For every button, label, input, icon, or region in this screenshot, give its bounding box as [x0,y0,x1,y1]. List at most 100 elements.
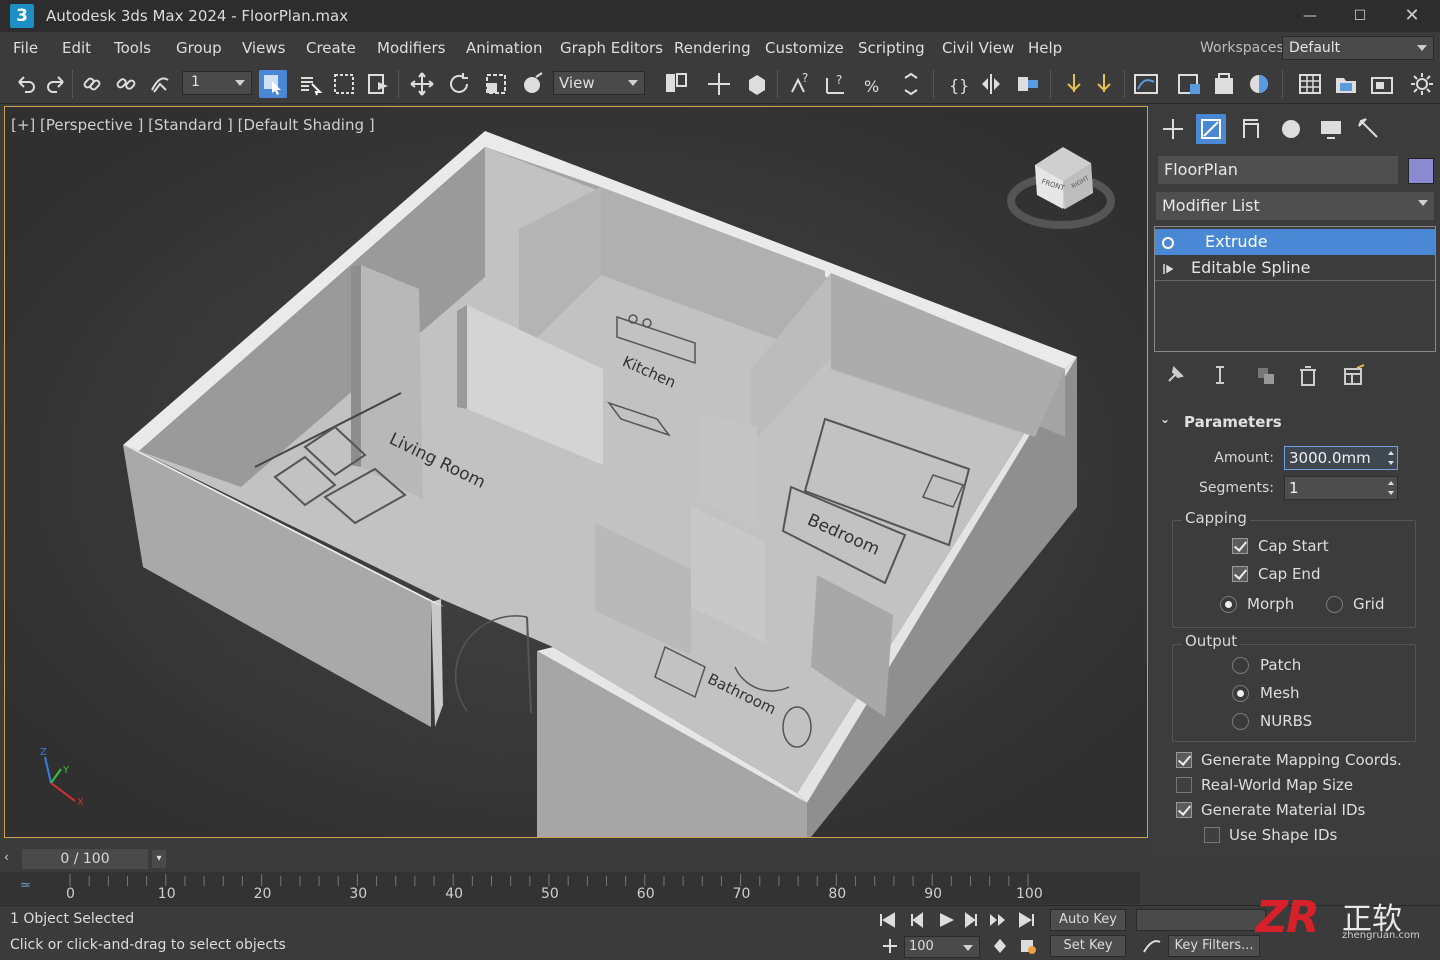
schematic-view-icon[interactable] [1176,70,1204,98]
align-icon[interactable] [1014,70,1042,98]
nurbs-radio[interactable] [1232,713,1249,730]
cap-start-checkbox[interactable] [1232,538,1248,554]
toggle-scene-explorer-icon[interactable] [1060,70,1088,98]
motion-tab-icon[interactable] [1276,114,1306,144]
bind-space-warp-icon[interactable] [146,70,174,98]
settings-gear-icon[interactable] [1408,70,1436,98]
open-mini-curve-editor-icon[interactable]: ≃ [20,878,31,893]
set-key-button[interactable]: Set Key [1050,935,1126,957]
render-production-icon[interactable] [1332,70,1360,98]
select-object-icon[interactable] [259,70,287,98]
amount-spinner[interactable]: 3000.0mm [1284,446,1398,470]
material-editor-icon[interactable] [1210,70,1238,98]
keyboard-shortcut-icon[interactable] [743,70,771,98]
next-frame-icon[interactable] [960,910,984,930]
menu-civil-view[interactable]: Civil View [942,39,1014,57]
parameters-rollout-header[interactable]: ⌄ Parameters [1158,410,1434,436]
menu-file[interactable]: File [13,39,38,57]
menu-animation[interactable]: Animation [466,39,542,57]
pivot-center-icon[interactable] [662,70,690,98]
modifier-list-dropdown[interactable]: Modifier List [1156,192,1434,220]
layer-explorer-icon[interactable] [1090,70,1118,98]
play-icon[interactable] [934,910,958,930]
previous-frame-icon[interactable] [904,910,928,930]
generate-material-ids-checkbox[interactable] [1176,802,1192,818]
perspective-viewport[interactable]: [+] [Perspective ] [Standard ] [Default … [4,106,1148,838]
mirror-icon[interactable] [978,70,1006,98]
selection-set-dropdown[interactable] [1136,909,1266,931]
placement-icon[interactable] [519,70,547,98]
menu-modifiers[interactable]: Modifiers [377,39,445,57]
mesh-radio[interactable] [1232,685,1249,702]
object-name-field[interactable]: FloorPlan [1158,156,1398,184]
object-color-swatch[interactable] [1408,158,1434,184]
hierarchy-tab-icon[interactable] [1236,114,1266,144]
go-to-end-icon[interactable] [1014,910,1038,930]
expand-icon[interactable] [1161,261,1175,275]
auto-key-button[interactable]: Auto Key [1050,909,1126,931]
window-crossing-icon[interactable] [364,70,392,98]
utilities-tab-icon[interactable] [1354,114,1384,144]
display-tab-icon[interactable] [1316,114,1346,144]
render-in-cloud-icon[interactable] [1368,70,1396,98]
patch-radio[interactable] [1232,657,1249,674]
unlink-icon[interactable] [112,70,140,98]
menu-rendering[interactable]: Rendering [674,39,751,57]
stack-item-extrude[interactable]: Extrude [1155,229,1435,255]
workspaces-select[interactable]: Default [1282,36,1434,60]
render-setup-icon[interactable] [1245,70,1273,98]
time-slider[interactable]: 0 / 100 [22,849,148,869]
reference-coordinate-dropdown[interactable]: View [553,71,645,95]
create-tab-icon[interactable] [1158,114,1188,144]
minimize-icon[interactable]: — [1290,4,1330,28]
chevron-down-icon[interactable]: ▾ [152,850,166,868]
app-logo[interactable]: 3 [10,4,34,28]
rotate-icon[interactable] [445,70,473,98]
real-world-map-size-checkbox[interactable] [1176,777,1192,793]
lightbulb-icon[interactable] [1161,235,1175,249]
curve-editor-icon[interactable] [1132,70,1160,98]
selection-filter-dropdown[interactable]: 1 [182,71,252,95]
current-frame-field[interactable]: 100 [904,936,980,958]
link-icon[interactable] [78,70,106,98]
edit-named-selection-icon[interactable]: {} [942,70,970,98]
rendered-frame-window-icon[interactable] [1296,70,1324,98]
cap-end-checkbox[interactable] [1232,566,1248,582]
angle-snap-icon[interactable]: ? [822,70,850,98]
rectangular-selection-icon[interactable] [330,70,358,98]
redo-icon[interactable] [42,70,70,98]
morph-radio[interactable] [1220,596,1237,613]
pin-stack-icon[interactable] [1160,362,1188,390]
menu-tools[interactable]: Tools [114,39,151,57]
menu-graph-editors[interactable]: Graph Editors [560,39,663,57]
remove-modifier-icon[interactable] [1294,362,1322,390]
make-unique-icon[interactable] [1252,362,1280,390]
menu-customize[interactable]: Customize [765,39,844,57]
grid-radio[interactable] [1326,596,1343,613]
select-and-manipulate-icon[interactable] [705,70,733,98]
maximize-icon[interactable]: ☐ [1340,4,1380,28]
show-end-result-icon[interactable] [1206,362,1234,390]
menu-edit[interactable]: Edit [62,39,91,57]
segments-spinner[interactable]: 1 [1284,476,1398,500]
spinner-snap-icon[interactable] [897,70,925,98]
go-to-start-icon[interactable] [876,910,900,930]
menu-scripting[interactable]: Scripting [858,39,925,57]
menu-views[interactable]: Views [242,39,285,57]
undo-icon[interactable] [12,70,40,98]
key-tangents-icon[interactable] [1140,936,1164,956]
use-shape-ids-checkbox[interactable] [1204,827,1220,843]
configure-modifier-sets-icon[interactable] [1340,362,1368,390]
menu-help[interactable]: Help [1028,39,1062,57]
snaps-toggle-icon[interactable]: ? [786,70,814,98]
generate-mapping-coords-checkbox[interactable] [1176,752,1192,768]
spinner-arrows-icon[interactable] [1387,449,1395,467]
frame-navigation-icon[interactable] [878,936,902,956]
stack-item-editable-spline[interactable]: Editable Spline [1155,255,1435,281]
viewport-label[interactable]: [+] [Perspective ] [Standard ] [Default … [11,116,375,134]
time-config-icon[interactable] [1016,936,1040,956]
percent-snap-icon[interactable]: % [860,70,888,98]
key-filters-button[interactable]: Key Filters... [1168,935,1260,957]
modify-tab-icon[interactable] [1196,114,1226,144]
select-by-name-icon[interactable] [296,70,324,98]
